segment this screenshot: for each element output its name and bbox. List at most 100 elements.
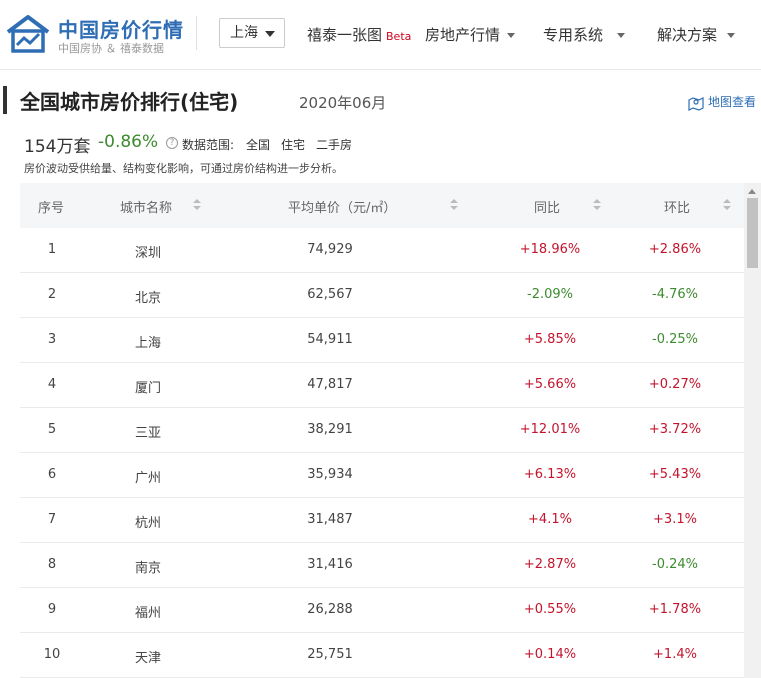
cell-city[interactable]: 广州 (116, 467, 180, 486)
logo-title[interactable]: 中国房价行情 (58, 14, 184, 43)
cell-mom: -0.24% (652, 557, 698, 572)
cell-yoy: +18.96% (519, 242, 581, 257)
cell-yoy: +0.14% (523, 647, 577, 662)
cell-price: 31,416 (307, 557, 353, 572)
cell-yoy: +5.85% (523, 332, 577, 347)
cell-city[interactable]: 厦门 (116, 377, 180, 396)
cell-price: 54,911 (307, 332, 353, 347)
table-row[interactable]: 3 上海 54,911 +5.85% -0.25% (20, 318, 744, 363)
title-accent-bar (3, 86, 7, 114)
logo-subtitle: 中国房协 ＆ 禧泰数据 (58, 42, 164, 55)
chevron-down-icon (507, 33, 516, 38)
cell-rank: 7 (47, 512, 57, 527)
cell-city[interactable]: 天津 (116, 647, 180, 666)
nav-item-market-label: 房地产行情 (425, 26, 501, 44)
sort-icon[interactable] (593, 199, 601, 211)
cell-mom: +2.86% (648, 242, 702, 257)
header-mom[interactable]: 环比 (664, 197, 690, 216)
table-row[interactable]: 8 南京 31,416 +2.87% -0.24% (20, 543, 744, 588)
page-title: 全国城市房价排行(住宅) (20, 90, 239, 114)
cell-price: 25,751 (307, 647, 353, 662)
cell-rank: 9 (47, 602, 57, 617)
nav-item-systems-label: 专用系统 (543, 26, 604, 44)
cell-city[interactable]: 杭州 (116, 512, 180, 531)
cell-yoy: +12.01% (519, 422, 581, 437)
question-icon[interactable]: ? (166, 137, 178, 149)
cell-rank: 4 (47, 377, 57, 392)
cell-price: 62,567 (307, 287, 353, 302)
cell-rank: 5 (47, 422, 57, 437)
cell-city[interactable]: 福州 (116, 602, 180, 621)
table-row[interactable]: 1 深圳 74,929 +18.96% +2.86% (20, 228, 744, 273)
cell-mom: +3.72% (648, 422, 702, 437)
table-row[interactable]: 4 厦门 47,817 +5.66% +0.27% (20, 363, 744, 408)
cell-price: 35,934 (307, 467, 353, 482)
table-row[interactable]: 9 福州 26,288 +0.55% +1.78% (20, 588, 744, 633)
table-row[interactable]: 10 天津 25,751 +0.14% +1.4% (20, 633, 744, 678)
nav-item-chart[interactable]: 禧泰一张图 Beta (307, 24, 411, 45)
nav-item-solutions-label: 解决方案 (657, 26, 718, 44)
cell-city[interactable]: 三亚 (116, 422, 180, 441)
map-view-link[interactable]: 地图查看 (688, 93, 756, 111)
scope-type: 住宅 (281, 138, 306, 152)
table-header: 序号 城市名称 平均单价（元/㎡） 同比 环比 (20, 183, 744, 228)
cell-yoy: +2.87% (523, 557, 577, 572)
cell-city[interactable]: 深圳 (116, 242, 180, 261)
cell-city[interactable]: 上海 (116, 332, 180, 351)
table-row[interactable]: 5 三亚 38,291 +12.01% +3.72% (20, 408, 744, 453)
cell-yoy: +4.1% (528, 512, 572, 527)
cell-mom: +1.4% (653, 647, 697, 662)
sort-icon[interactable] (193, 199, 201, 211)
cell-yoy: +6.13% (523, 467, 577, 482)
cell-rank: 6 (47, 467, 57, 482)
scope-region: 全国 (246, 138, 271, 152)
cell-rank: 1 (47, 242, 57, 257)
table-row[interactable]: 6 广州 35,934 +6.13% +5.43% (20, 453, 744, 498)
header-divider (196, 16, 197, 50)
nav-item-chart-label: 禧泰一张图 (307, 26, 383, 44)
cell-mom: +1.78% (648, 602, 702, 617)
page-date[interactable]: 2020年06月 (299, 92, 386, 113)
cell-mom: +3.1% (653, 512, 697, 527)
cell-rank: 10 (43, 647, 61, 662)
header-city[interactable]: 城市名称 (120, 197, 172, 216)
sort-icon[interactable] (723, 199, 731, 211)
cell-price: 38,291 (307, 422, 353, 437)
beta-badge: Beta (386, 30, 412, 43)
scroll-up-icon[interactable] (748, 189, 756, 194)
cell-mom: -0.25% (652, 332, 698, 347)
nav-item-systems[interactable]: 专用系统 (543, 24, 626, 45)
ranking-table: 序号 城市名称 平均单价（元/㎡） 同比 环比 1 深圳 74,929 +18.96%… (20, 183, 761, 678)
scope-label: 数据范围: (182, 138, 235, 152)
cell-yoy: -2.09% (527, 287, 573, 302)
cell-yoy: +0.55% (523, 602, 577, 617)
top-navigation-bar: 中国房价行情 中国房协 ＆ 禧泰数据 上海 禧泰一张图 Beta 房地产行情 专用… (0, 0, 761, 70)
cell-rank: 2 (47, 287, 57, 302)
scrollbar-thumb[interactable] (747, 198, 758, 268)
table-scrollbar[interactable] (744, 183, 761, 678)
map-pin-icon (688, 96, 704, 111)
map-view-label: 地图查看 (708, 95, 757, 109)
chevron-down-icon (265, 31, 275, 37)
cell-price: 31,487 (307, 512, 353, 527)
cell-rank: 3 (47, 332, 57, 347)
table-row[interactable]: 2 北京 62,567 -2.09% -4.76% (20, 273, 744, 318)
nav-item-market[interactable]: 房地产行情 (425, 24, 516, 45)
house-logo-icon[interactable] (4, 14, 52, 54)
scope-market: 二手房 (316, 138, 353, 152)
table-row[interactable]: 7 杭州 31,487 +4.1% +3.1% (20, 498, 744, 543)
cell-price: 26,288 (307, 602, 353, 617)
city-select[interactable]: 上海 (219, 18, 285, 48)
cell-yoy: +5.66% (523, 377, 577, 392)
chevron-down-icon (617, 33, 626, 38)
cell-city[interactable]: 南京 (116, 557, 180, 576)
header-price[interactable]: 平均单价（元/㎡） (288, 197, 396, 216)
cell-rank: 8 (47, 557, 57, 572)
sort-icon[interactable] (450, 199, 458, 211)
header-yoy[interactable]: 同比 (534, 197, 560, 216)
nav-item-solutions[interactable]: 解决方案 (657, 24, 736, 45)
national-change: -0.86% (98, 132, 159, 152)
cell-mom: +0.27% (648, 377, 702, 392)
cell-city[interactable]: 北京 (116, 287, 180, 306)
cell-mom: -4.76% (652, 287, 698, 302)
